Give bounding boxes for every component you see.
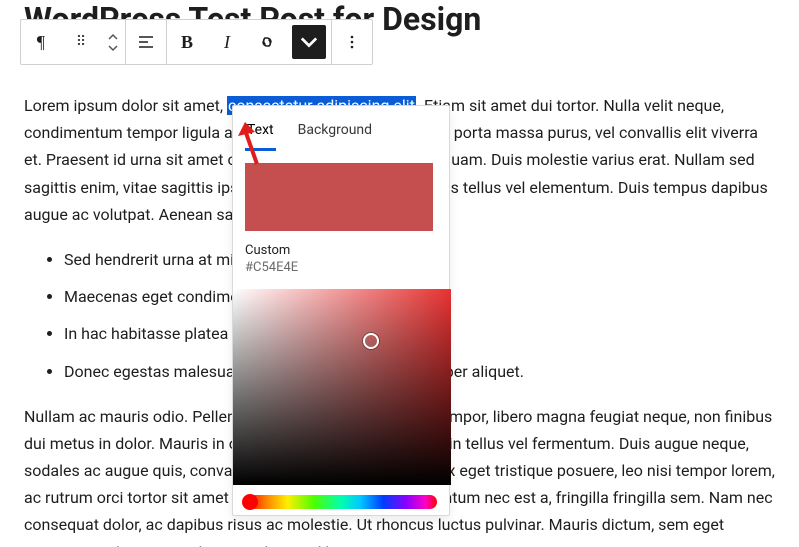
bold-button[interactable]: B [167,20,207,64]
picker-handle[interactable] [363,333,379,349]
link-icon [258,33,276,51]
saturation-picker[interactable] [233,289,451,485]
align-button[interactable] [126,20,166,64]
chevron-down-icon [108,43,118,53]
chevron-down-icon [300,33,318,51]
options-button[interactable] [332,20,372,64]
align-left-icon [137,33,155,51]
move-arrows[interactable] [101,32,125,53]
block-toolbar: ¶ ⠿ B I [20,19,373,65]
tab-text[interactable]: Text [245,116,276,151]
link-button[interactable] [247,20,287,64]
more-formatting-button[interactable] [292,25,326,59]
hue-slider[interactable] [245,495,437,509]
drag-handle-icon[interactable]: ⠿ [61,34,101,50]
custom-label: Custom [245,243,437,258]
text: Lorem ipsum dolor sit amet, [24,96,227,115]
chevron-up-icon [108,32,118,42]
tab-background[interactable]: Background [296,116,374,151]
hue-thumb[interactable] [242,494,258,510]
color-popover: Text Background Custom #C54E4E [232,105,450,516]
italic-button[interactable]: I [207,20,247,64]
kebab-icon [343,33,361,51]
hex-value: #C54E4E [245,260,437,275]
color-swatch[interactable] [245,163,433,231]
block-type-button[interactable]: ¶ [21,20,61,64]
